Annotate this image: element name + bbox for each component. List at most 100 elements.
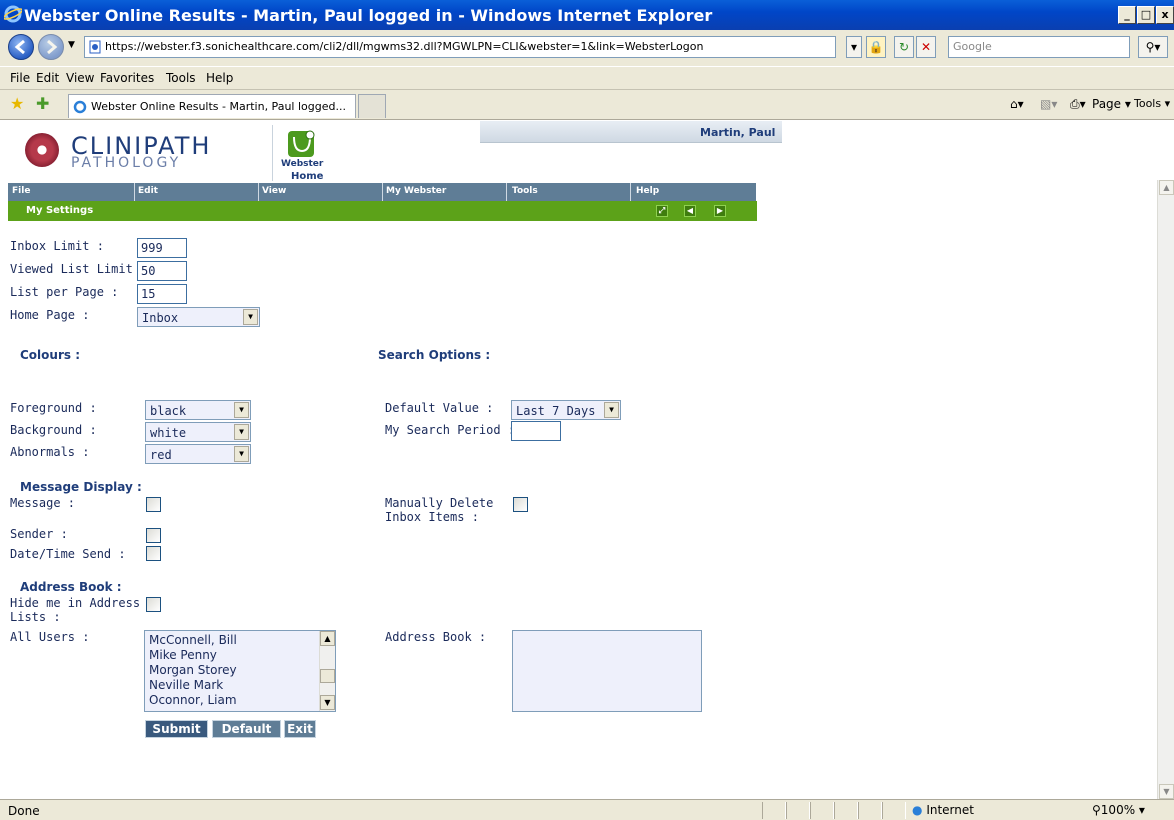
list-item[interactable]: Mike Penny — [149, 648, 217, 662]
zoom-level: 100% — [1100, 803, 1136, 817]
manual-delete-checkbox[interactable] — [513, 497, 528, 512]
address-book-list[interactable] — [512, 630, 702, 712]
security-lock-icon[interactable]: 🔒 — [866, 36, 886, 58]
inbox-limit-field[interactable]: 999 — [137, 238, 187, 258]
status-bar: Done ● Internet ⚲100% ▾ — [0, 799, 1174, 820]
menu-favorites[interactable]: Favorites — [100, 71, 154, 85]
address-input[interactable]: https://webster.f3.sonichealthcare.com/c… — [84, 36, 836, 58]
next-icon[interactable]: ▶ — [714, 205, 726, 217]
viewed-limit-field[interactable]: 50 — [137, 261, 187, 281]
list-item[interactable]: McConnell, Bill — [149, 633, 237, 647]
search-input[interactable]: Google — [948, 36, 1130, 58]
tab-webster[interactable]: Webster Online Results - Martin, Paul lo… — [68, 94, 356, 118]
history-dropdown-icon[interactable]: ▼ — [68, 40, 75, 50]
new-tab-button[interactable] — [358, 94, 386, 118]
previous-icon[interactable]: ◀ — [684, 205, 696, 217]
list-scrollbar[interactable]: ▲ ▼ — [319, 631, 335, 711]
zoom-control[interactable]: ⚲100% ▾ — [1092, 803, 1145, 817]
page-menu[interactable]: Page ▾ — [1092, 97, 1131, 111]
close-button[interactable]: x — [1156, 6, 1174, 24]
home-page-label: Home Page : — [10, 308, 90, 322]
manual-delete-label-2: Inbox Items : — [385, 510, 479, 524]
home-page-select[interactable]: Inbox ▼ — [137, 307, 260, 327]
window-title: Webster Online Results - Martin, Paul lo… — [24, 6, 713, 25]
logo-divider — [272, 125, 273, 181]
webster-logo-icon[interactable] — [280, 123, 320, 163]
app-menu-my-webster[interactable]: My Webster — [386, 186, 446, 196]
status-cell — [858, 802, 882, 819]
internet-zone: ● Internet — [912, 803, 974, 817]
dropdown-arrow-icon: ▼ — [234, 424, 249, 440]
sender-checkbox[interactable] — [146, 528, 161, 543]
print-icon[interactable]: ⎙▾ — [1070, 97, 1086, 112]
list-item[interactable]: Neville Mark — [149, 678, 223, 692]
search-icon[interactable]: ⚲▾ — [1138, 36, 1168, 58]
app-menu-tools[interactable]: Tools — [512, 186, 538, 196]
list-per-page-field[interactable]: 15 — [137, 284, 187, 304]
hide-me-checkbox[interactable] — [146, 597, 161, 612]
scroll-up-icon[interactable]: ▲ — [320, 631, 335, 646]
home-icon[interactable]: ⌂▾ — [1010, 97, 1024, 111]
abnormals-value: red — [150, 448, 172, 462]
menu-edit[interactable]: Edit — [36, 71, 59, 85]
all-users-label: All Users : — [10, 630, 90, 644]
hide-me-label-2: Lists : — [10, 610, 61, 624]
app-menu-help[interactable]: Help — [636, 186, 659, 196]
message-display-heading: Message Display : — [20, 480, 142, 494]
page-content: CLINIPATH PATHOLOGY Webster Home Martin,… — [0, 121, 1174, 800]
dropdown-arrow-icon: ▼ — [234, 402, 249, 418]
feeds-icon[interactable]: ▧▾ — [1040, 97, 1057, 111]
default-value-select[interactable]: Last 7 Days ▼ — [511, 400, 621, 420]
refresh-icon[interactable]: ↻ — [894, 36, 914, 58]
default-value-label: Default Value : — [385, 401, 494, 415]
search-period-field[interactable] — [511, 421, 561, 441]
minimize-button[interactable]: _ — [1118, 6, 1136, 24]
page-scrollbar[interactable]: ▲ ▼ — [1157, 180, 1174, 800]
zone-label: Internet — [926, 803, 974, 817]
dropdown-arrow-icon: ▼ — [604, 402, 619, 418]
abnormals-label: Abnormals : — [10, 445, 90, 459]
scroll-down-icon[interactable]: ▼ — [1159, 784, 1174, 799]
app-menu-view[interactable]: View — [262, 186, 286, 196]
foreground-select[interactable]: black ▼ — [145, 400, 251, 420]
submit-button[interactable]: Submit — [145, 720, 208, 738]
datetime-checkbox[interactable] — [146, 546, 161, 561]
app-menu-edit[interactable]: Edit — [138, 186, 158, 196]
address-book-heading: Address Book : — [20, 580, 122, 594]
scroll-up-icon[interactable]: ▲ — [1159, 180, 1174, 195]
scroll-thumb[interactable] — [320, 669, 335, 683]
address-book-label: Address Book : — [385, 630, 487, 644]
exit-button[interactable]: Exit — [284, 720, 316, 738]
dropdown-arrow-icon: ▼ — [243, 309, 258, 325]
inbox-limit-label: Inbox Limit : — [10, 239, 104, 253]
menu-file[interactable]: File — [10, 71, 30, 85]
scroll-down-icon[interactable]: ▼ — [320, 695, 335, 710]
menu-divider — [506, 183, 507, 201]
list-item[interactable]: Morgan Storey — [149, 663, 237, 677]
search-options-heading: Search Options : — [378, 348, 491, 362]
maximize-button[interactable]: □ — [1137, 6, 1155, 24]
forward-arrow-icon — [47, 39, 58, 55]
background-label: Background : — [10, 423, 97, 437]
back-button[interactable] — [8, 34, 34, 60]
app-menu-file[interactable]: File — [12, 186, 30, 196]
background-select[interactable]: white ▼ — [145, 422, 251, 442]
favorites-star-icon[interactable]: ★ — [10, 94, 24, 113]
menu-tools[interactable]: Tools — [166, 71, 196, 85]
all-users-list[interactable]: McConnell, Bill Mike Penny Morgan Storey… — [144, 630, 336, 712]
menu-view[interactable]: View — [66, 71, 94, 85]
address-dropdown-button[interactable]: ▾ — [846, 36, 862, 58]
list-item[interactable]: Oconnor, Liam — [149, 693, 237, 707]
tools-menu[interactable]: Tools ▾ — [1134, 97, 1170, 110]
hide-me-label: Hide me in Address — [10, 596, 141, 610]
home-link[interactable]: Home — [291, 171, 323, 182]
default-button[interactable]: Default — [212, 720, 281, 738]
browser-menu-bar: File Edit View Favorites Tools Help — [0, 66, 1174, 90]
expand-icon[interactable]: ⤢ — [656, 205, 668, 217]
add-favorites-icon[interactable]: ✚ — [36, 94, 49, 113]
message-checkbox[interactable] — [146, 497, 161, 512]
abnormals-select[interactable]: red ▼ — [145, 444, 251, 464]
stop-icon[interactable]: ✕ — [916, 36, 936, 58]
menu-help[interactable]: Help — [206, 71, 233, 85]
forward-button[interactable] — [38, 34, 64, 60]
